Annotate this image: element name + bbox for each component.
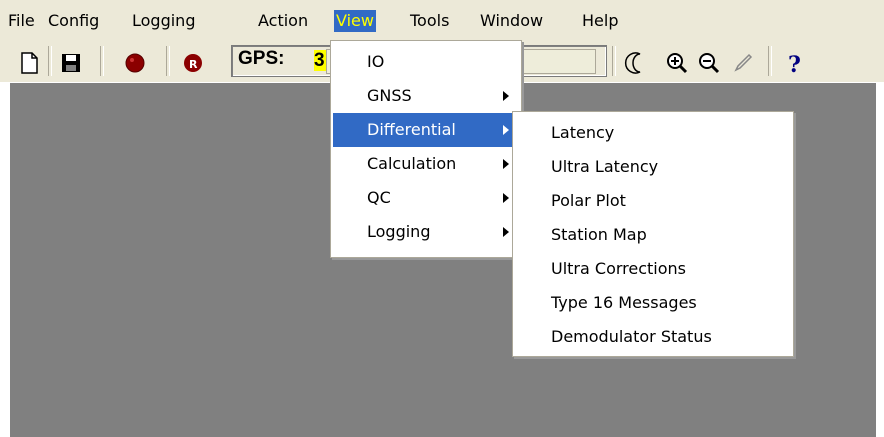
toolbar-separator	[612, 46, 616, 76]
view-menu-item-calculation[interactable]: Calculation	[333, 147, 519, 181]
view-menu-item-differential[interactable]: Differential	[333, 113, 519, 147]
menu-item-label: Ultra Corrections	[551, 259, 687, 278]
submenu-arrow-icon	[503, 227, 509, 237]
submenu-arrow-icon	[503, 159, 509, 169]
menu-file[interactable]: File	[6, 10, 37, 32]
menu-tools[interactable]: Tools	[408, 10, 451, 32]
view-menu-item-qc[interactable]: QC	[333, 181, 519, 215]
zoom-out-icon[interactable]	[696, 50, 722, 76]
svg-text:R: R	[189, 58, 198, 71]
menu-bar: File Config Logging Action View Tools Wi…	[0, 0, 884, 38]
submenu-item-polar-plot[interactable]: Polar Plot	[515, 184, 791, 218]
help-icon[interactable]: ?	[782, 50, 808, 78]
submenu-item-demodulator-status[interactable]: Demodulator Status	[515, 320, 791, 354]
submenu-item-ultra-corrections[interactable]: Ultra Corrections	[515, 252, 791, 286]
menu-item-label: Station Map	[551, 225, 647, 244]
menu-item-label: Type 16 Messages	[551, 293, 697, 312]
menu-window[interactable]: Window	[478, 10, 545, 32]
menu-item-label: Ultra Latency	[551, 157, 659, 176]
menu-help[interactable]: Help	[580, 10, 620, 32]
menu-item-label: Logging	[367, 222, 431, 241]
submenu-item-latency[interactable]: Latency	[515, 116, 791, 150]
toolbar-separator	[100, 46, 104, 76]
view-menu-item-logging[interactable]: Logging	[333, 215, 519, 249]
submenu-item-station-map[interactable]: Station Map	[515, 218, 791, 252]
menu-item-label: QC	[367, 188, 391, 207]
submenu-arrow-icon	[503, 193, 509, 203]
menu-action[interactable]: Action	[256, 10, 310, 32]
submenu-item-ultra-latency[interactable]: Ultra Latency	[515, 150, 791, 184]
gps-value: 3	[314, 50, 326, 71]
menu-logging[interactable]: Logging	[130, 10, 197, 32]
zoom-in-icon[interactable]	[664, 50, 690, 76]
menu-item-label: Latency	[551, 123, 615, 142]
menu-item-label: GNSS	[367, 86, 412, 105]
menu-item-label: Polar Plot	[551, 191, 626, 210]
toolbar-separator	[48, 46, 52, 76]
menu-item-label: Differential	[367, 120, 456, 139]
menu-item-label: Calculation	[367, 154, 457, 173]
toolbar-separator	[166, 46, 170, 76]
new-file-icon[interactable]	[16, 50, 42, 76]
menu-item-label: Demodulator Status	[551, 327, 712, 346]
submenu-item-type-16-messages[interactable]: Type 16 Messages	[515, 286, 791, 320]
pen-icon[interactable]	[730, 50, 756, 76]
menu-view[interactable]: View	[334, 10, 376, 32]
moon-icon[interactable]	[624, 50, 650, 76]
gps-label: GPS:	[238, 48, 285, 69]
save-icon[interactable]	[58, 50, 84, 76]
view-menu-item-gnss[interactable]: GNSS	[333, 79, 519, 113]
record-icon[interactable]	[122, 50, 148, 76]
menu-item-label: IO	[367, 52, 385, 71]
differential-submenu: Latency Ultra Latency Polar Plot Station…	[512, 111, 794, 357]
menu-config[interactable]: Config	[46, 10, 101, 32]
toolbar-separator	[768, 46, 772, 76]
view-menu-item-io[interactable]: IO	[333, 45, 519, 79]
submenu-arrow-icon	[503, 91, 509, 101]
view-menu: IO GNSS Differential Calculation QC Logg…	[330, 40, 522, 258]
record-r-icon[interactable]: R	[180, 50, 206, 76]
svg-text:?: ?	[788, 52, 801, 76]
submenu-arrow-icon	[503, 125, 509, 135]
